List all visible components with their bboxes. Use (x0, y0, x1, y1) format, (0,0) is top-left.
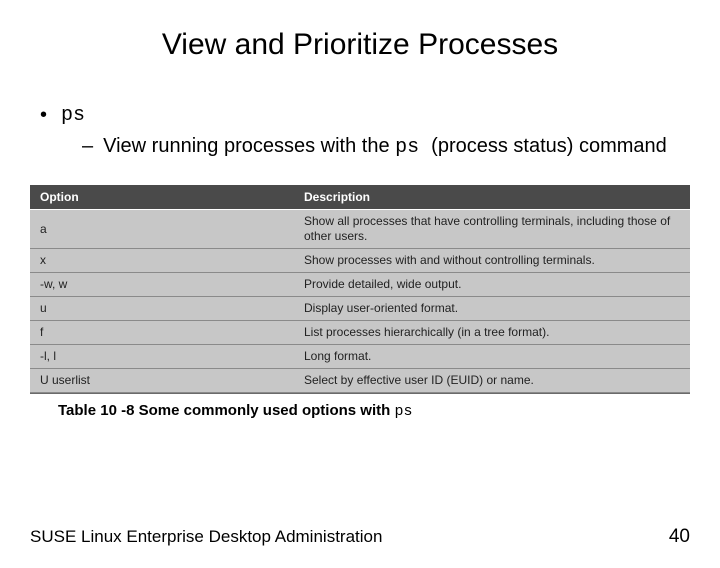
options-table: Option Description a Show all processes … (30, 185, 690, 393)
cell-option: -l, l (30, 345, 294, 369)
caption-label: Table 10 -8 Some commonly used options w… (58, 402, 394, 419)
th-description: Description (294, 185, 690, 210)
cell-description: Long format. (294, 345, 690, 369)
caption-cmd: ps (394, 403, 412, 420)
table-row: f List processes hierarchically (in a tr… (30, 321, 690, 345)
cell-description: Select by effective user ID (EUID) or na… (294, 369, 690, 393)
cell-option: u (30, 297, 294, 321)
sub-bullet-dash: – (82, 133, 93, 160)
bullet-label: ps (61, 104, 85, 127)
sub-pre: View running processes with the (103, 135, 395, 157)
sub-bullet-text: View running processes with the ps (proc… (103, 133, 680, 161)
bullet-dot: • (40, 104, 47, 127)
table-row: a Show all processes that have controlli… (30, 210, 690, 249)
page-title: View and Prioritize Processes (0, 28, 720, 62)
footer: SUSE Linux Enterprise Desktop Administra… (30, 526, 690, 548)
table-row: u Display user-oriented format. (30, 297, 690, 321)
cell-description: Display user-oriented format. (294, 297, 690, 321)
table-row: x Show processes with and without contro… (30, 249, 690, 273)
table-header-row: Option Description (30, 185, 690, 210)
table-caption: Table 10 -8 Some commonly used options w… (58, 402, 720, 420)
cell-option: -w, w (30, 273, 294, 297)
cell-option: a (30, 210, 294, 249)
options-table-wrap: Option Description a Show all processes … (30, 185, 690, 394)
bullet-ps: • ps (30, 104, 690, 127)
table-row: -w, w Provide detailed, wide output. (30, 273, 690, 297)
cell-option: U userlist (30, 369, 294, 393)
table-row: -l, l Long format. (30, 345, 690, 369)
cell-description: Provide detailed, wide output. (294, 273, 690, 297)
content-area: • ps – View running processes with the p… (0, 104, 720, 161)
cell-option: x (30, 249, 294, 273)
cell-description: Show processes with and without controll… (294, 249, 690, 273)
footer-label: SUSE Linux Enterprise Desktop Administra… (30, 527, 382, 547)
sub-cmd: ps (395, 136, 431, 159)
sub-post: (process status) command (431, 135, 667, 157)
page-number: 40 (669, 526, 690, 548)
sub-bullet: – View running processes with the ps (pr… (30, 133, 690, 161)
cell-description: List processes hierarchically (in a tree… (294, 321, 690, 345)
cell-option: f (30, 321, 294, 345)
th-option: Option (30, 185, 294, 210)
table-row: U userlist Select by effective user ID (… (30, 369, 690, 393)
cell-description: Show all processes that have controlling… (294, 210, 690, 249)
